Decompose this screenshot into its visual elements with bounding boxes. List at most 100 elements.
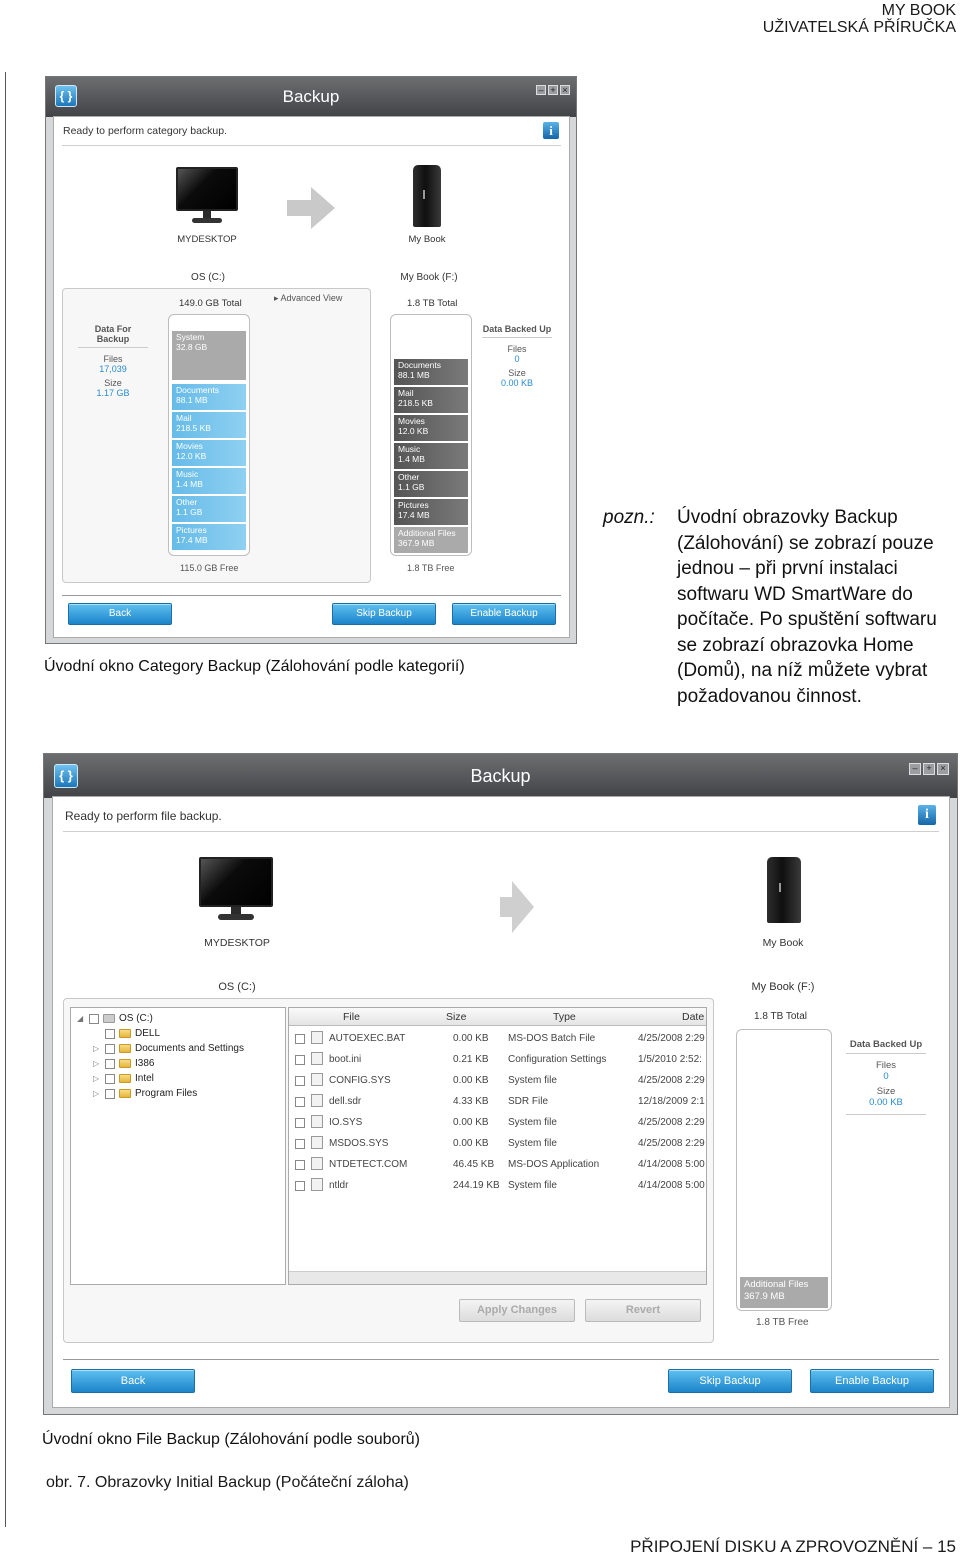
header-line-1: MY BOOK — [881, 2, 956, 19]
category-segment[interactable]: Pictures 17.4 MB — [394, 498, 468, 525]
files-label: Files — [507, 344, 527, 354]
column-date[interactable]: Date — [682, 1011, 704, 1023]
drive-label: My Book — [408, 234, 446, 245]
right-volume-label: My Book (F:) — [751, 981, 815, 993]
category-segment[interactable]: Mail 218.5 KB — [394, 386, 468, 413]
horizontal-scrollbar[interactable] — [289, 1271, 706, 1284]
file-row[interactable]: IO.SYS 0.00 KB System file 4/25/2008 2:29 — [289, 1112, 706, 1133]
size-value: 1.17 GB — [96, 388, 130, 398]
file-icon — [311, 1157, 323, 1170]
tree-node[interactable]: ◢ OS (C:) — [77, 1013, 153, 1024]
right-free: 1.8 TB Free — [756, 1317, 809, 1328]
maximize-button[interactable]: + — [923, 763, 935, 775]
column-file[interactable]: File — [343, 1011, 360, 1023]
tree-node[interactable]: ▷ I386 — [93, 1058, 154, 1069]
category-segment[interactable]: Other 1.1 GB — [394, 470, 468, 497]
arrow-right-icon — [287, 187, 337, 229]
file-row[interactable]: MSDOS.SYS 0.00 KB System file 4/25/2008 2:2… — [289, 1133, 706, 1154]
revert-button[interactable]: Revert — [585, 1299, 701, 1322]
file-list[interactable]: File Size Type Date AUTOEXEC.BAT 0.00 KB M… — [288, 1007, 707, 1285]
back-button[interactable]: Back — [71, 1369, 195, 1393]
column-type[interactable]: Type — [553, 1011, 576, 1023]
category-segment[interactable]: System 32.8 GB — [172, 330, 246, 380]
left-margin-rule — [5, 72, 6, 1527]
maximize-button[interactable]: + — [548, 85, 558, 95]
category-segment[interactable]: Mail 218.5 KB — [172, 411, 246, 438]
data-for-backup-panel: Data For Backup Files 17,039 Size 1.17 G… — [78, 324, 148, 398]
files-label: Files — [875, 1060, 897, 1071]
status-text: Ready to perform file backup. — [65, 809, 222, 823]
left-total: 149.0 GB Total — [179, 298, 242, 309]
file-row[interactable]: NTDETECT.COM 46.45 KB MS-DOS Application 4/… — [289, 1154, 706, 1175]
category-segment[interactable]: Additional Files 367.9 MB — [394, 526, 468, 553]
tree-node[interactable]: ▷ Program Files — [93, 1088, 197, 1099]
drive-label: My Book — [762, 937, 804, 949]
folder-tree[interactable]: ◢ OS (C:) DELL ▷ Documents and Settings ▷ I… — [70, 1007, 286, 1285]
close-button[interactable]: × — [937, 763, 949, 775]
note-label: pozn.: — [603, 507, 655, 528]
file-row[interactable]: boot.ini 0.21 KB Configuration Settings 1/5… — [289, 1049, 706, 1070]
info-icon[interactable]: i — [918, 805, 936, 825]
right-total: 1.8 TB Total — [407, 298, 458, 309]
file-icon — [311, 1136, 323, 1149]
size-label: Size — [876, 1086, 896, 1097]
note-text: Úvodní obrazovky Backup (Zálohování) se … — [677, 507, 937, 707]
category-backup-caption: Úvodní okno Category Backup (Zálohování … — [44, 658, 465, 675]
file-row[interactable]: AUTOEXEC.BAT 0.00 KB MS-DOS Batch File 4/25… — [289, 1028, 706, 1049]
advanced-view-link[interactable]: ▸ Advanced View — [274, 293, 342, 304]
right-total: 1.8 TB Total — [754, 1011, 807, 1022]
window-title: Backup — [282, 87, 340, 106]
minimize-button[interactable]: – — [536, 85, 546, 95]
tree-node[interactable]: ▷ Intel — [93, 1073, 154, 1084]
page-footer: PŘIPOJENÍ DISKU A ZPROVOZNĚNÍ – 15 — [630, 1537, 956, 1556]
category-segment[interactable]: Music 1.4 MB — [172, 467, 246, 494]
category-segment[interactable]: Documents 88.1 MB — [172, 383, 246, 410]
column-size[interactable]: Size — [446, 1011, 466, 1023]
drive-icon — [767, 857, 801, 923]
back-button[interactable]: Back — [68, 603, 172, 625]
file-icon — [311, 1073, 323, 1086]
folder-icon — [119, 1029, 131, 1038]
right-volume-label: My Book (F:) — [400, 272, 458, 283]
category-segment[interactable]: Music 1.4 MB — [394, 442, 468, 469]
skip-backup-button[interactable]: Skip Backup — [332, 603, 436, 625]
window-body: Ready to perform category backup. i MYDE… — [53, 116, 570, 638]
enable-backup-button[interactable]: Enable Backup — [452, 603, 556, 625]
status-text: Ready to perform category backup. — [63, 125, 228, 137]
file-row[interactable]: ntldr 244.19 KB System file 4/14/2008 5:00 — [289, 1175, 706, 1196]
enable-backup-button[interactable]: Enable Backup — [810, 1369, 934, 1393]
info-icon[interactable]: i — [543, 122, 559, 139]
skip-backup-button[interactable]: Skip Backup — [668, 1369, 792, 1393]
files-value: 0 — [514, 354, 520, 364]
close-button[interactable]: × — [560, 85, 570, 95]
category-segment[interactable]: Pictures 17.4 MB — [172, 523, 246, 550]
data-backed-up-panel: Data Backed Up Files 0 Size 0.00 KB — [846, 1039, 926, 1115]
minimize-button[interactable]: – — [909, 763, 921, 775]
tree-node[interactable]: ▷ Documents and Settings — [93, 1043, 244, 1054]
figure-caption: obr. 7. Obrazovky Initial Backup (Počáte… — [46, 1474, 409, 1491]
category-segment[interactable]: Other 1.1 GB — [172, 495, 246, 522]
category-segment[interactable]: Movies 12.0 KB — [172, 439, 246, 466]
file-icon — [311, 1178, 323, 1191]
files-label: Files — [103, 354, 123, 364]
file-list-header: File Size Type Date — [289, 1008, 706, 1026]
data-backed-up-heading: Data Backed Up — [482, 324, 552, 338]
size-label: Size — [104, 378, 122, 388]
files-value: 0 — [883, 1071, 889, 1082]
folder-icon — [119, 1089, 131, 1098]
folder-icon — [119, 1059, 131, 1068]
category-backup-window: { } Backup – + × Ready to perform catego… — [45, 76, 577, 644]
header-line-2: UŽIVATELSKÁ PŘÍRUČKA — [762, 19, 956, 36]
file-row[interactable]: dell.sdr 4.33 KB SDR File 12/18/2009 2:1 — [289, 1091, 706, 1112]
files-value: 17,039 — [99, 364, 127, 374]
additional-files-segment[interactable]: Additional Files 367.9 MB — [740, 1276, 828, 1308]
source-drive-gauge: System 32.8 GB Documents 88.1 MB Mail 218.5… — [168, 314, 250, 556]
arrow-right-icon — [500, 881, 534, 933]
category-segment[interactable]: Movies 12.0 KB — [394, 414, 468, 441]
right-free: 1.8 TB Free — [407, 563, 455, 573]
tree-node[interactable]: DELL — [93, 1028, 160, 1039]
category-segment[interactable]: Documents 88.1 MB — [394, 358, 468, 385]
file-row[interactable]: CONFIG.SYS 0.00 KB System file 4/25/2008 2:… — [289, 1070, 706, 1091]
computer-label: MYDESKTOP — [204, 937, 270, 949]
apply-changes-button[interactable]: Apply Changes — [459, 1299, 575, 1322]
